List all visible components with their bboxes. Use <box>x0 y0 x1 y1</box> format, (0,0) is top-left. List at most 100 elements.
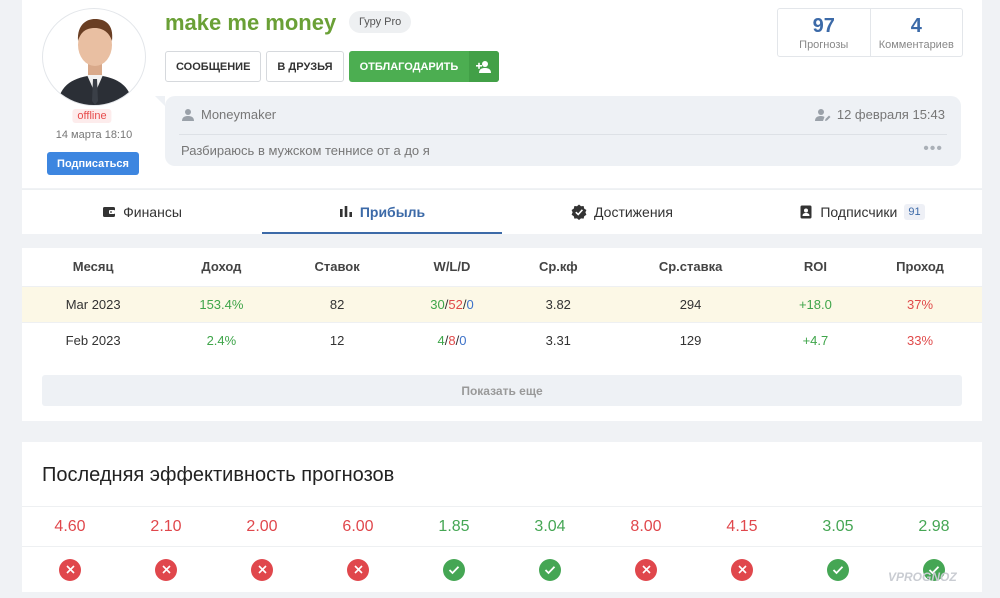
losses: 8 <box>448 332 456 348</box>
cross-icon <box>731 558 753 581</box>
forecast-odds[interactable]: 1.85 <box>406 507 502 546</box>
avatar-image <box>57 19 133 105</box>
tab-label: Прибыль <box>359 204 426 220</box>
profit-table: Месяц Доход Ставок W/L/D Ср.кф Ср.ставка… <box>22 248 982 358</box>
performance-title: Последняя эффективность прогнозов <box>42 464 395 486</box>
forecast-odds[interactable]: 3.05 <box>790 507 886 546</box>
subscribe-button[interactable]: Подписаться <box>47 152 139 175</box>
draws: 0 <box>466 296 474 312</box>
forecast-odds[interactable]: 4.15 <box>694 507 790 546</box>
cell-income: 2.4% <box>164 321 279 358</box>
forecast-result[interactable] <box>502 547 598 592</box>
draws: 0 <box>459 332 467 348</box>
wins: 4 <box>437 332 445 348</box>
cell-pass: 33% <box>858 321 982 358</box>
check-icon <box>539 558 561 581</box>
bio-author: Moneymaker <box>181 107 276 122</box>
cell-month: Mar 2023 <box>22 285 165 322</box>
add-person-icon <box>469 51 500 82</box>
profile-card: offline 14 марта 18:10 Подписаться make … <box>22 0 982 188</box>
show-more-button[interactable]: Показать еще <box>42 375 962 406</box>
forecast-result[interactable] <box>310 547 406 592</box>
performance-odds-row: 4.60 2.10 2.00 6.00 1.85 3.04 8.00 4.15 3.05 2.98 <box>22 506 982 546</box>
tab-achievements[interactable]: Достижения <box>502 190 742 234</box>
table-row[interactable]: Mar 2023 153.4% 82 30/52/0 3.82 294 +18.… <box>22 285 982 322</box>
forecast-result[interactable] <box>694 547 790 592</box>
forecast-odds[interactable]: 2.10 <box>118 507 214 546</box>
cell-roi: +18.0 <box>772 285 859 322</box>
bio-date-text: 12 февраля 15:43 <box>836 107 945 122</box>
bio-text: Разбираюсь в мужском теннисе от а до я <box>181 143 430 158</box>
cell-roi: +4.7 <box>772 321 859 358</box>
cell-avg-stake: 129 <box>608 321 773 358</box>
tab-subscribers[interactable]: Подписчики 91 <box>742 190 982 234</box>
stat-label: Прогнозы <box>799 39 849 51</box>
cell-pass: 37% <box>858 285 982 322</box>
more-dots-icon[interactable]: ••• <box>923 140 943 158</box>
profile-stats: 97 Прогнозы 4 Комментариев <box>777 8 963 57</box>
tab-label: Финансы <box>123 204 182 220</box>
avatar[interactable] <box>42 8 146 106</box>
subscribers-count-badge: 91 <box>904 204 925 220</box>
forecast-result[interactable] <box>598 547 694 592</box>
tab-profit[interactable]: Прибыль <box>262 190 502 234</box>
forecast-odds[interactable]: 2.00 <box>214 507 310 546</box>
cross-icon <box>347 558 369 581</box>
username: make me money <box>165 10 337 35</box>
status-badge: offline <box>72 109 112 123</box>
stat-value: 4 <box>910 15 922 37</box>
table-row[interactable]: Feb 2023 2.4% 12 4/8/0 3.31 129 +4.7 33% <box>22 321 982 358</box>
person-edit-icon <box>814 108 831 121</box>
thank-button-label: ОТБЛАГОДАРИТЬ <box>359 60 459 73</box>
check-icon <box>827 558 849 581</box>
stat-label: Комментариев <box>878 39 954 51</box>
header-bets: Ставок <box>314 259 360 275</box>
cell-wld: 4/8/0 <box>395 321 509 358</box>
forecast-odds[interactable]: 6.00 <box>310 507 406 546</box>
profit-table-card: Месяц Доход Ставок W/L/D Ср.кф Ср.ставка… <box>22 248 982 421</box>
performance-card: Последняя эффективность прогнозов 4.60 2.… <box>22 442 982 592</box>
stat-value: 97 <box>812 15 835 37</box>
verified-badge-icon <box>571 204 587 220</box>
forecast-result[interactable] <box>790 547 886 592</box>
header-avg-odds: Ср.кф <box>538 259 578 275</box>
forecast-result[interactable] <box>22 547 118 592</box>
cell-avg-stake: 294 <box>608 285 773 322</box>
thank-button[interactable]: ОТБЛАГОДАРИТЬ <box>348 51 500 82</box>
cross-icon <box>155 558 177 581</box>
avatar-block: offline 14 марта 18:10 Подписаться <box>42 8 146 175</box>
profile-tabs: Финансы Прибыль Достижения Подписчики 91 <box>22 189 982 234</box>
forecast-odds[interactable]: 2.98 <box>886 507 982 546</box>
forecast-result[interactable] <box>118 547 214 592</box>
forecast-odds[interactable]: 3.04 <box>502 507 598 546</box>
header-income: Доход <box>201 259 242 275</box>
header-month: Месяц <box>72 259 114 275</box>
tab-finances[interactable]: Финансы <box>22 190 262 234</box>
wallet-icon <box>103 207 116 217</box>
bio-author-name: Moneymaker <box>201 107 277 122</box>
wins: 30 <box>430 296 445 312</box>
table-header-row: Месяц Доход Ставок W/L/D Ср.кф Ср.ставка… <box>22 248 982 286</box>
stat-forecasts[interactable]: 97 Прогнозы <box>778 9 870 56</box>
stat-comments[interactable]: 4 Комментариев <box>869 9 963 56</box>
forecast-result[interactable] <box>214 547 310 592</box>
add-friend-button[interactable]: В ДРУЗЬЯ <box>266 51 344 82</box>
bar-chart-icon <box>339 206 352 217</box>
watermark-logo: VPROGNOZ <box>888 570 957 584</box>
cell-bets: 12 <box>278 321 396 358</box>
header-wld: W/L/D <box>433 259 471 275</box>
cross-icon <box>59 558 81 581</box>
person-icon <box>182 108 194 121</box>
message-button[interactable]: СООБЩЕНИЕ <box>165 51 262 82</box>
cell-month: Feb 2023 <box>22 321 165 358</box>
forecast-result[interactable] <box>406 547 502 592</box>
cell-avg-odds: 3.82 <box>508 285 609 322</box>
tab-label: Подписчики <box>820 204 898 220</box>
forecast-odds[interactable]: 8.00 <box>598 507 694 546</box>
contacts-icon <box>800 205 812 219</box>
header-avg-stake: Ср.ставка <box>658 259 723 275</box>
bio-divider <box>179 134 947 135</box>
forecast-odds[interactable]: 4.60 <box>22 507 118 546</box>
cell-wld: 30/52/0 <box>395 285 509 322</box>
tab-label: Достижения <box>594 204 673 220</box>
